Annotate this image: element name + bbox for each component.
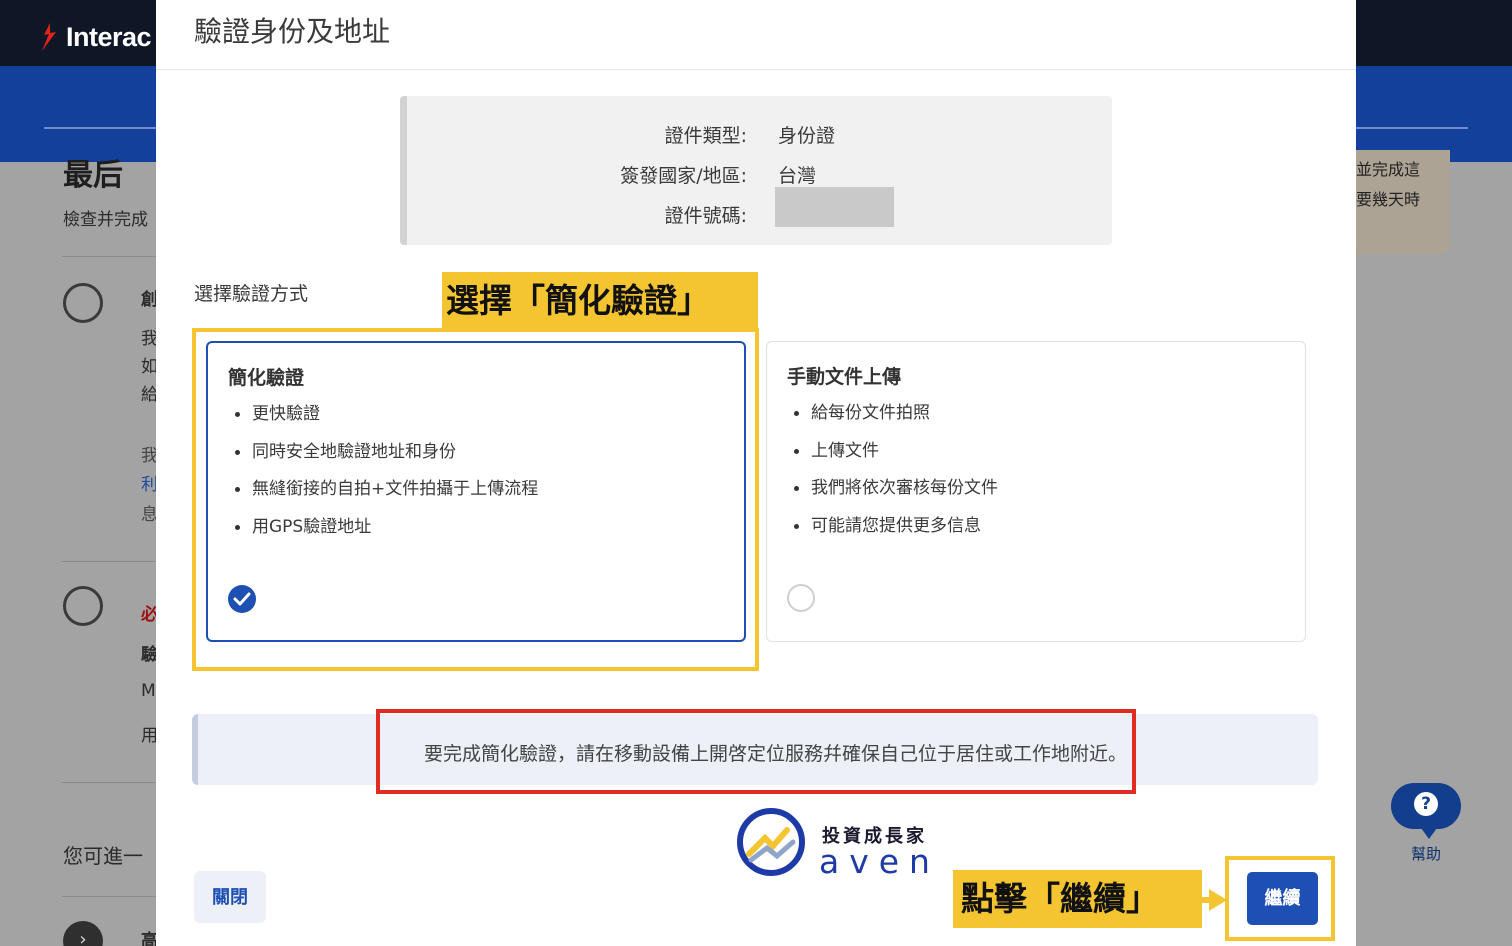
help-label[interactable]: 幫助: [1390, 843, 1462, 864]
callout-click-continue: 點擊「繼續」: [953, 870, 1202, 928]
header-rule-left: [44, 127, 158, 129]
interac-logo: Interac: [40, 22, 152, 53]
detail-label: 證件類型:: [664, 125, 747, 147]
list-item: 給每份文件拍照: [794, 401, 998, 439]
modal-title: 驗證身份及地址: [194, 15, 391, 48]
list-item: 我們將依次審核每份文件: [794, 476, 998, 514]
option-card-manual-upload[interactable]: 手動文件上傳 給每份文件拍照 上傳文件 我們將依次審核每份文件 可能請您提供更多…: [766, 341, 1306, 642]
document-details-box: 證件類型: 身份證 簽發國家/地區: 台灣 證件號碼:: [400, 96, 1112, 245]
detail-row-issuing-country: 簽發國家/地區: 台灣: [407, 161, 1119, 191]
section-divider: [62, 561, 157, 562]
help-bubble-icon[interactable]: ?: [1391, 783, 1461, 839]
watermark-brand: aven: [819, 842, 940, 881]
detail-row-document-type: 證件類型: 身份證: [407, 121, 1119, 151]
detail-value: 台灣: [778, 165, 817, 187]
highlight-notice: [376, 709, 1136, 794]
info-side-card: 並完成這 要幾天時: [1356, 150, 1450, 254]
close-button[interactable]: 關閉: [194, 871, 266, 923]
help-widget[interactable]: ? 幫助: [1390, 783, 1462, 864]
highlight-continue-button: [1225, 856, 1335, 941]
arrow-right-icon: [1209, 889, 1227, 911]
aven-emblem-icon: [737, 808, 805, 876]
detail-label: 簽發國家/地區:: [620, 165, 747, 187]
radio-unselected-icon[interactable]: [787, 584, 815, 612]
flame-logo-icon: [42, 23, 56, 51]
list-item: 上傳文件: [794, 439, 998, 477]
section-divider: [62, 782, 157, 783]
step-2-radio[interactable]: [63, 586, 103, 626]
callout-select-simplified: 選擇「簡化驗證」: [442, 272, 758, 330]
section-divider: [62, 896, 157, 897]
list-item: 可能請您提供更多信息: [794, 514, 998, 552]
side-card-line: 要幾天時: [1356, 190, 1421, 209]
detail-row-document-number: 證件號碼:: [407, 187, 1119, 231]
option-benefits-list: 給每份文件拍照 上傳文件 我們將依次審核每份文件 可能請您提供更多信息: [794, 401, 998, 552]
highlight-simplified-option: [192, 328, 759, 671]
section-divider: [62, 256, 157, 257]
side-card-line: 並完成這: [1356, 160, 1421, 179]
page-heading: 最后: [63, 158, 123, 193]
detail-value: 身份證: [778, 125, 836, 147]
brand-name: Interac: [66, 22, 152, 52]
step-2-line: M: [141, 681, 156, 701]
page-subtitle: 檢查并完成: [63, 210, 148, 230]
header-rule-right: [1356, 127, 1468, 129]
more-options-text: 您可進一: [63, 844, 143, 868]
option-title: 手動文件上傳: [787, 366, 902, 388]
watermark: 投資成長家 aven: [737, 808, 940, 881]
redacted-document-number: [775, 187, 894, 227]
step-1-radio[interactable]: [63, 283, 103, 323]
method-section-label: 選擇驗證方式: [194, 283, 309, 305]
question-mark-icon: ?: [1414, 792, 1438, 816]
detail-label: 證件號碼:: [664, 205, 747, 227]
modal-header-divider: [156, 69, 1356, 70]
